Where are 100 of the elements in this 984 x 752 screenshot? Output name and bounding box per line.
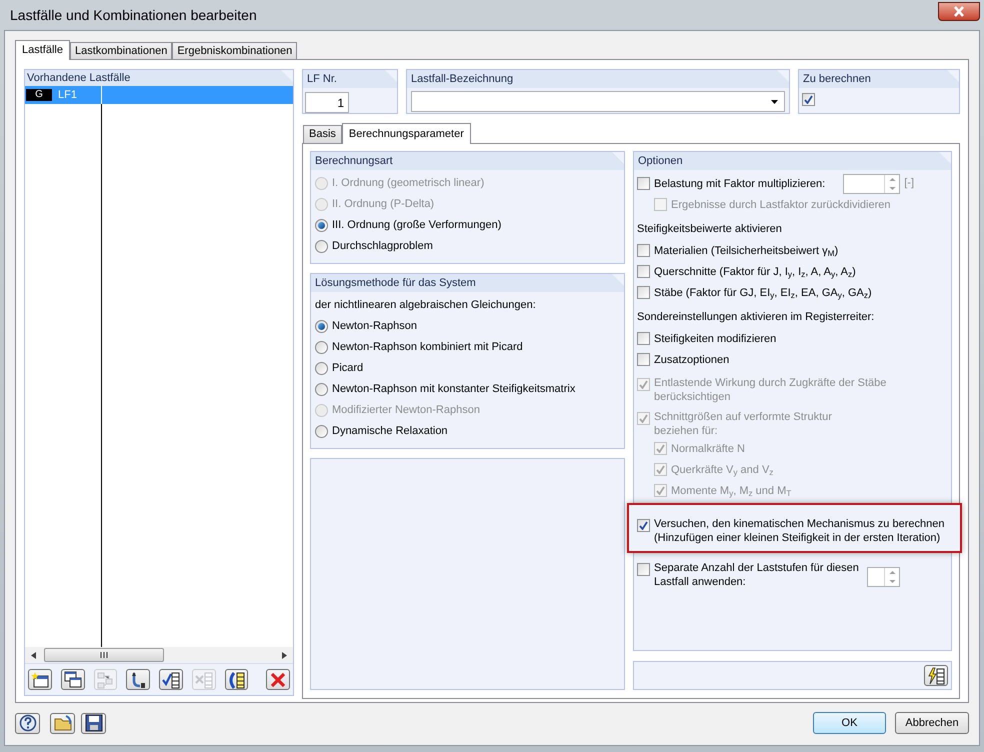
section-label: Steifigkeitsbeiwerte aktivieren (637, 222, 783, 237)
save-button[interactable] (81, 712, 106, 734)
open-button[interactable] (50, 712, 75, 734)
radio-button[interactable] (315, 383, 328, 396)
type-badge: G (26, 89, 52, 101)
checkbox[interactable] (637, 286, 650, 299)
toolbar-button[interactable] (60, 669, 84, 690)
grip-icon (100, 652, 108, 658)
close-icon (953, 6, 965, 16)
radio-label: Newton-Raphson mit konstanter Steifigkeitsmatrix (332, 382, 576, 398)
window-icon (30, 670, 49, 688)
radio-button[interactable] (315, 341, 328, 354)
tab[interactable]: Basis (303, 125, 342, 143)
checkbox-label: Materialien (Teilsicherheitsbeiwert γ$_{M}$) (654, 244, 838, 258)
radio-button[interactable] (315, 219, 328, 232)
dialog-button[interactable]: Abbrechen (895, 712, 969, 734)
scroll-left-icon (31, 652, 36, 658)
scroll-right-icon (282, 652, 287, 658)
panel-header: LF Nr. (303, 70, 397, 88)
radio-button[interactable] (315, 320, 328, 333)
help-icon (18, 714, 36, 732)
bracket-list-icon (227, 670, 246, 688)
toolbar-button[interactable] (159, 669, 183, 690)
close-button[interactable] (938, 2, 980, 20)
dropdown-arrow-icon (771, 100, 778, 104)
checkbox[interactable] (637, 332, 650, 345)
checkbox-label: Normalkräfte N (671, 442, 745, 456)
checkbox[interactable] (637, 353, 650, 366)
panel-header: Zu berechnen (799, 70, 959, 88)
panel-header: Lastfall-Bezeichnung (407, 70, 789, 88)
radio-label: Modifizierter Newton-Raphson (332, 403, 480, 418)
radio-button[interactable] (315, 362, 328, 375)
checkbox[interactable] (637, 519, 650, 532)
group-label: der nichtlinearen algebraischen Gleichungen: (315, 298, 537, 313)
checkbox[interactable] (637, 177, 650, 190)
checkmark-icon (656, 486, 665, 495)
windows-icon (64, 670, 82, 688)
radio-button[interactable] (315, 425, 328, 438)
checkbox-label: Ergebnisse durch Lastfaktor zurückdividieren (671, 198, 891, 212)
radio-label: Durchschlagproblem (332, 239, 433, 254)
checkmark-icon (804, 95, 813, 104)
toolbar-button[interactable] (224, 669, 248, 690)
checkbox-label: Querschnitte (Faktor für J, I$_{y}$, I$_{z}$, A, A$_{y}$, A$_{z}$) (654, 264, 856, 278)
toolbar-button[interactable] (924, 665, 948, 686)
checkbox-label: Steifigkeiten modifizieren (654, 332, 776, 346)
toolbar-button[interactable] (28, 669, 52, 690)
panel-header: Berechnungsart (311, 152, 624, 170)
horizontal-scrollbar[interactable] (25, 647, 293, 663)
tab[interactable]: Lastkombinationen (70, 42, 172, 59)
tab[interactable]: Lastfälle (15, 40, 70, 60)
checkbox[interactable] (802, 93, 815, 106)
unit-label: [-] (904, 176, 914, 192)
checkmark-icon (639, 414, 648, 423)
curved-arrow-icon (129, 670, 148, 688)
list-row[interactable]: G LF1 (25, 86, 293, 104)
cross-icon (269, 670, 288, 688)
checkbox-label: Entlastende Wirkung durch Zugkräfte der Stäbe berücksichtigen (654, 376, 886, 404)
checkmark-icon (639, 521, 648, 530)
number-spinner[interactable] (843, 174, 900, 194)
help-button[interactable] (15, 712, 40, 734)
folder-icon (54, 714, 72, 732)
tab[interactable]: Berechnungsparameter (342, 123, 471, 144)
checkmark-icon (639, 380, 648, 389)
checkbox-label: Querkräfte V$_{y}$ and V$_{z}$ (671, 462, 774, 476)
checkbox-label: Stäbe (Faktor für GJ, EI$_{y}$, EI$_{z}$, EA, GA$_{y}$, GA$_{z}$) (654, 286, 872, 300)
dropdown-field[interactable] (411, 91, 785, 112)
panel-header: Lösungsmethode für das System (311, 274, 624, 292)
checkbox[interactable] (637, 265, 650, 278)
list-cell-text: LF1 (58, 88, 77, 103)
checkbox-label: Momente M$_{y}$, M$_{z}$ und M$_{T}$ (671, 484, 792, 498)
scrollbar-thumb[interactable] (44, 648, 164, 662)
checkbox-label: Belastung mit Faktor multiplizieren: (654, 176, 826, 190)
radio-label: Newton-Raphson (332, 319, 417, 334)
checkbox[interactable] (637, 563, 650, 576)
checklist-icon (162, 670, 180, 688)
section-label: Sondereinstellungen aktivieren im Registerreiter: (637, 310, 876, 325)
checkbox-label: Zusatzoptionen (654, 352, 730, 366)
radio-label: Newton-Raphson kombiniert mit Picard (332, 340, 523, 356)
checkbox-label: Separate Anzahl der Laststufen für diesen Lastfall anwenden: (654, 561, 859, 589)
radio-label: II. Ordnung (P-Delta) (332, 197, 434, 212)
checkbox-label: Versuchen, den kinematischen Mechanismus zu berechnen (Hinzufügen einer kleinen Steifigkeit in der ersten Iteration) (654, 517, 944, 545)
number-spinner[interactable] (866, 567, 900, 587)
panel-header: Vorhandene Lastfälle (25, 70, 293, 86)
window-title: Lastfälle und Kombinationen bearbeiten (9, 6, 257, 24)
checkmark-icon (656, 465, 665, 474)
radio-label: I. Ordnung (geometrisch linear) (332, 176, 484, 192)
tab[interactable]: Ergebniskombinationen (172, 42, 298, 59)
panel-header: Optionen (634, 152, 951, 170)
checkbox-label: Schnittgrößen auf verformte Struktur beziehen für: (654, 410, 832, 438)
radio-label: Dynamische Relaxation (332, 424, 448, 440)
dialog-button[interactable]: OK (813, 712, 886, 734)
radio-label: III. Ordnung (große Verformungen) (332, 218, 502, 234)
number-field[interactable]: 1 (305, 92, 349, 113)
radio-label: Picard (332, 361, 364, 376)
flowchart-icon (96, 670, 114, 688)
radio-button[interactable] (315, 240, 328, 253)
checkbox[interactable] (637, 244, 650, 257)
cross-list-icon (194, 670, 213, 688)
toolbar-button[interactable] (126, 669, 150, 690)
checkmark-icon (656, 444, 665, 453)
